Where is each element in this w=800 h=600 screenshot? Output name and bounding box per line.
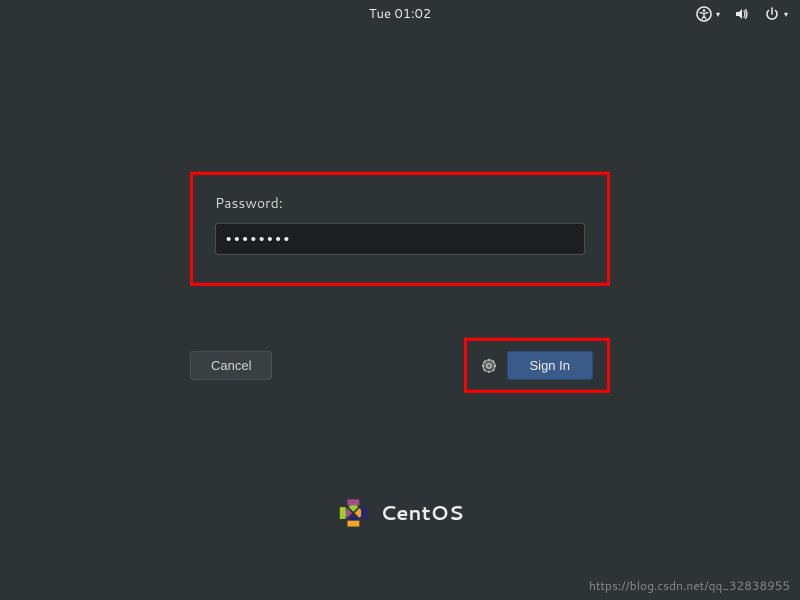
volume-icon xyxy=(734,6,750,22)
password-highlight-box: Password: xyxy=(190,172,610,286)
password-input[interactable] xyxy=(215,223,585,255)
password-label: Password: xyxy=(215,193,585,213)
power-menu[interactable]: ▾ xyxy=(764,6,788,22)
gear-icon xyxy=(481,357,497,373)
accessibility-icon xyxy=(696,6,712,22)
volume-control[interactable] xyxy=(734,6,750,22)
brand-name: CentOS xyxy=(380,499,463,527)
centos-logo-icon xyxy=(336,496,370,530)
login-panel: Password: Cancel Sign In xyxy=(190,172,610,393)
buttons-row: Cancel Sign In xyxy=(190,338,610,393)
watermark: https://blog.csdn.net/qq_32838955 xyxy=(589,577,790,594)
accessibility-menu[interactable]: ▾ xyxy=(696,6,720,22)
power-icon xyxy=(764,6,780,22)
session-options-button[interactable] xyxy=(481,357,497,373)
clock: Tue 01:02 xyxy=(369,5,431,23)
topbar: Tue 01:02 ▾ ▾ xyxy=(0,0,800,28)
cancel-button[interactable]: Cancel xyxy=(190,351,272,380)
signin-highlight-box: Sign In xyxy=(464,338,610,393)
branding: CentOS xyxy=(336,496,463,530)
chevron-down-icon: ▾ xyxy=(784,8,788,20)
chevron-down-icon: ▾ xyxy=(716,8,720,20)
topbar-right: ▾ ▾ xyxy=(696,6,788,22)
sign-in-button[interactable]: Sign In xyxy=(507,351,593,380)
